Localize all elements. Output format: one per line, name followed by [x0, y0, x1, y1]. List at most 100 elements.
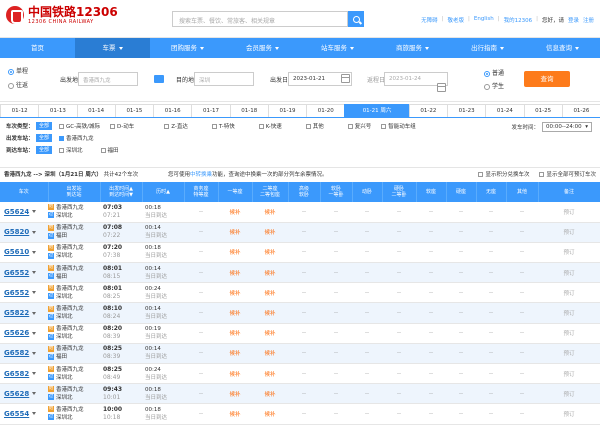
train-number[interactable]: G6552 [4, 289, 29, 297]
book-button[interactable]: 预订 [538, 343, 600, 365]
date-tab-selected[interactable]: 01-21 周六 [344, 104, 410, 117]
chevron-down-icon[interactable] [32, 372, 37, 376]
date-tab[interactable]: 01-23 [447, 104, 487, 117]
show-bookable-toggle[interactable]: 显示全部可预订车次 [535, 168, 596, 182]
chevron-down-icon[interactable] [32, 271, 37, 275]
accessibility-link[interactable]: 无障碍 [421, 16, 438, 24]
calendar-icon[interactable] [341, 74, 350, 83]
date-tab[interactable]: 01-13 [38, 104, 78, 117]
book-button[interactable]: 预订 [538, 242, 600, 264]
train-number-cell[interactable]: G5822 [0, 302, 48, 324]
train-number[interactable]: G5610 [4, 248, 29, 256]
chevron-down-icon[interactable] [32, 331, 37, 335]
book-button[interactable]: 预订 [538, 302, 600, 324]
normal-ticket-option[interactable]: 普通 [484, 68, 504, 77]
date-tab[interactable]: 01-24 [485, 104, 525, 117]
second-class-waitlist[interactable]: 候补 [252, 222, 288, 243]
show-points-toggle[interactable]: 显示积分兑换车次 [474, 168, 529, 182]
student-ticket-option[interactable]: 学生 [484, 81, 504, 90]
book-button[interactable]: 预订 [538, 262, 600, 284]
second-class-waitlist[interactable]: 候补 [252, 403, 288, 425]
book-button[interactable]: 预订 [538, 403, 600, 425]
first-class-waitlist[interactable]: 候补 [218, 222, 252, 243]
register-link[interactable]: 注册 [583, 16, 594, 24]
nav-info[interactable]: 信息查询 [525, 38, 600, 58]
chevron-down-icon[interactable] [32, 412, 37, 416]
train-number-cell[interactable]: G5610 [0, 242, 48, 264]
book-button[interactable]: 预订 [538, 383, 600, 405]
first-class-waitlist[interactable]: 候补 [218, 363, 252, 385]
date-tab[interactable]: 01-18 [229, 104, 269, 117]
train-number[interactable]: G5624 [4, 208, 29, 216]
type-gc[interactable]: GC-高铁/城际 [55, 122, 100, 130]
query-button[interactable]: 查询 [524, 71, 570, 87]
train-number[interactable]: G6554 [4, 410, 29, 418]
depart-time-select[interactable]: 00:00--24:00 ▾ [542, 122, 592, 132]
second-class-waitlist[interactable]: 候补 [252, 323, 288, 344]
first-class-waitlist[interactable]: 候补 [218, 343, 252, 365]
elder-mode-link[interactable]: 敬老版 [447, 16, 464, 24]
to-station-input[interactable]: 深圳 [194, 72, 254, 86]
chevron-down-icon[interactable] [32, 311, 37, 315]
second-class-waitlist[interactable]: 候补 [252, 262, 288, 284]
nav-guide[interactable]: 出行指南 [450, 38, 525, 58]
first-class-waitlist[interactable]: 候补 [218, 383, 252, 405]
type-other[interactable]: 其他 [302, 122, 324, 130]
swap-stations-icon[interactable] [154, 75, 164, 83]
train-number[interactable]: G5822 [4, 309, 29, 317]
nav-member[interactable]: 会员服务 [225, 38, 300, 58]
date-tab[interactable]: 01-20 [306, 104, 346, 117]
type-k[interactable]: K-快速 [255, 122, 282, 130]
train-number[interactable]: G6582 [4, 349, 29, 357]
my-12306-link[interactable]: 我的12306 [504, 16, 533, 24]
chevron-down-icon[interactable] [32, 351, 37, 355]
to-station-option[interactable]: 福田 [97, 146, 119, 154]
roundtrip-option[interactable]: 往返 [8, 80, 28, 89]
second-class-waitlist[interactable]: 候补 [252, 383, 288, 405]
train-number-cell[interactable]: G6582 [0, 343, 48, 365]
nav-home[interactable]: 首页 [0, 38, 75, 58]
type-z[interactable]: Z-直达 [160, 122, 188, 130]
chevron-down-icon[interactable] [32, 291, 37, 295]
chevron-down-icon[interactable] [32, 392, 37, 396]
train-number-cell[interactable]: G6552 [0, 282, 48, 304]
nav-business[interactable]: 商旅服务 [375, 38, 450, 58]
book-button[interactable]: 预订 [538, 222, 600, 243]
english-link[interactable]: English [474, 16, 494, 24]
train-number-cell[interactable]: G6554 [0, 403, 48, 425]
second-class-waitlist[interactable]: 候补 [252, 202, 288, 223]
date-tab[interactable]: 01-17 [191, 104, 231, 117]
to-station-option[interactable]: 深圳北 [55, 146, 83, 154]
calendar-icon[interactable] [437, 83, 446, 92]
chevron-down-icon[interactable] [32, 210, 37, 214]
train-number[interactable]: G5820 [4, 228, 29, 236]
oneway-option[interactable]: 单程 [8, 66, 28, 75]
first-class-waitlist[interactable]: 候补 [218, 302, 252, 324]
train-number-cell[interactable]: G5626 [0, 323, 48, 344]
site-search-button[interactable] [348, 11, 364, 27]
type-t[interactable]: T-特快 [208, 122, 235, 130]
site-search-input[interactable]: 搜索车票、餐饮、常旅客、相关规章 [172, 11, 348, 27]
book-button[interactable]: 预订 [538, 363, 600, 385]
type-d[interactable]: D-动车 [106, 122, 134, 130]
date-tab[interactable]: 01-16 [153, 104, 193, 117]
book-button[interactable]: 预订 [538, 323, 600, 344]
train-number-cell[interactable]: G6552 [0, 262, 48, 284]
first-class-waitlist[interactable]: 候补 [218, 323, 252, 344]
date-tab[interactable]: 01-19 [267, 104, 308, 117]
date-tab[interactable]: 01-22 [408, 104, 448, 117]
train-number[interactable]: G5628 [4, 390, 29, 398]
all-from-button[interactable]: 全部 [36, 134, 53, 142]
date-tab[interactable]: 01-26 [561, 104, 600, 117]
first-class-waitlist[interactable]: 候补 [218, 403, 252, 425]
first-class-waitlist[interactable]: 候补 [218, 242, 252, 264]
second-class-waitlist[interactable]: 候补 [252, 302, 288, 324]
train-number-cell[interactable]: G5820 [0, 222, 48, 243]
second-class-waitlist[interactable]: 候补 [252, 282, 288, 304]
first-class-waitlist[interactable]: 候补 [218, 202, 252, 223]
type-fuxing[interactable]: 复兴号 [344, 122, 371, 130]
column-header[interactable]: 历时▲ [142, 182, 185, 202]
train-number-cell[interactable]: G5628 [0, 383, 48, 405]
from-station-option[interactable]: 香港西九龙 [55, 134, 94, 142]
transfer-link[interactable]: 中转换乘 [190, 172, 212, 178]
